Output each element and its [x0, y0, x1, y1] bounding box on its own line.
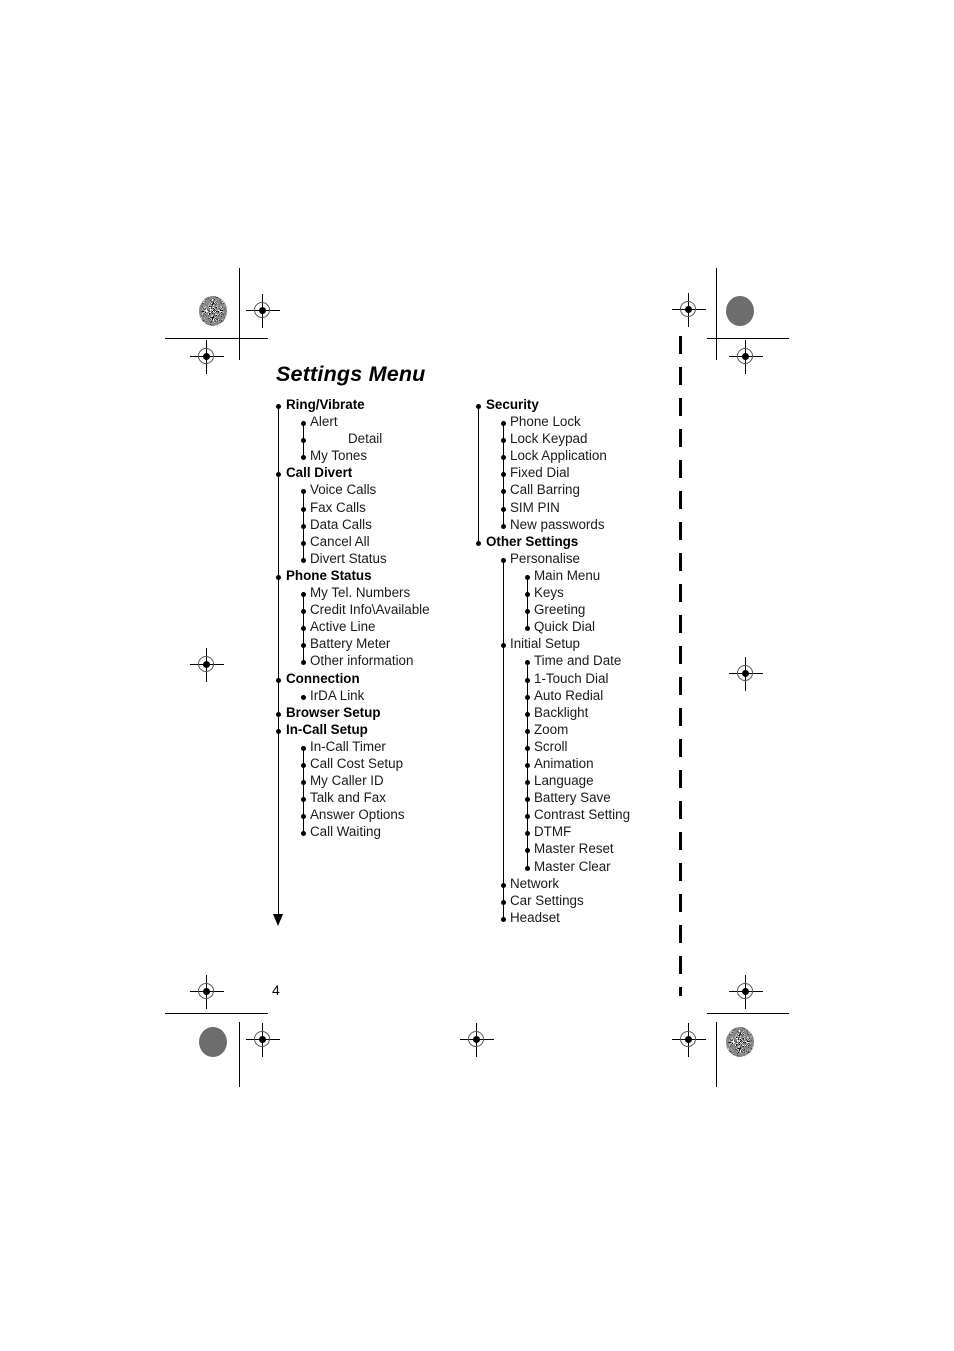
menu-item-label: Talk and Fax: [310, 790, 386, 806]
tree-connector-line: [503, 423, 505, 526]
page-number: 4: [272, 982, 280, 998]
tree-connector-line: [478, 406, 480, 543]
menu-item-label: Backlight: [534, 704, 589, 720]
page-title: Settings Menu: [276, 362, 426, 386]
tree-connector-line: [503, 559, 505, 919]
menu-item-label: Cancel All: [310, 533, 370, 549]
menu-item-label: Master Clear: [534, 858, 611, 874]
menu-item-label: Detail: [348, 431, 383, 447]
menu-item-label: In-Call Timer: [310, 738, 386, 754]
menu-item-label: Phone Status: [286, 567, 372, 583]
tree-main-spine: [278, 406, 280, 914]
menu-item-label: Call Barring: [510, 482, 580, 498]
menu-item-label: Zoom: [534, 721, 569, 737]
menu-item-label: Fax Calls: [310, 499, 366, 515]
menu-item-label: Auto Redial: [534, 687, 604, 703]
menu-item-label: Master Reset: [534, 841, 614, 857]
menu-item-label: 1-Touch Dial: [534, 670, 609, 686]
menu-item-label: Answer Options: [310, 807, 405, 823]
menu-item-label: New passwords: [510, 516, 605, 532]
menu-item-label: Battery Meter: [310, 636, 391, 652]
menu-item-label: Voice Calls: [310, 482, 377, 498]
menu-item-label: Personalise: [510, 550, 580, 566]
page-content: Settings Menu Ring/Vibrate Alert Detail My …: [0, 0, 954, 1351]
menu-item-label: Lock Keypad: [510, 431, 588, 447]
menu-item-label: Headset: [510, 909, 560, 925]
menu-item-label: Network: [510, 875, 560, 891]
menu-item-label: Battery Save: [534, 790, 611, 806]
menu-item-label: Greeting: [534, 602, 586, 618]
menu-item-label: SIM PIN: [510, 499, 560, 515]
menu-item-label: IrDA Link: [310, 687, 365, 703]
menu-item-label: Initial Setup: [510, 636, 580, 652]
menu-item-label: Data Calls: [310, 516, 372, 532]
menu-item-label: Quick Dial: [534, 619, 596, 635]
menu-item-label: Active Line: [310, 619, 376, 635]
menu-item-label: Lock Application: [510, 448, 607, 464]
menu-item-label: Other information: [310, 653, 414, 669]
tree-connector-line: [527, 577, 529, 629]
menu-item-label: Main Menu: [534, 567, 601, 583]
tree-spine-arrow-icon: [273, 914, 284, 926]
menu-item-label: Scroll: [534, 738, 568, 754]
menu-item-label: Phone Lock: [510, 414, 581, 430]
menu-item-label: Keys: [534, 585, 564, 601]
tree-connector-line: [527, 662, 529, 868]
menu-item-label: Other Settings: [486, 533, 579, 549]
menu-item-label: My Tones: [310, 448, 368, 464]
menu-item-label: DTMF: [534, 824, 572, 840]
menu-item-label: Browser Setup: [286, 704, 381, 720]
menu-item-label: Credit Info\Available: [310, 602, 430, 618]
menu-item-label: Security: [486, 397, 539, 412]
menu-item-label: In-Call Setup: [286, 721, 368, 737]
menu-item-label: Call Waiting: [310, 824, 381, 840]
menu-item-label: Call Divert: [286, 465, 353, 481]
menu-item-label: Alert: [310, 414, 338, 430]
tree-connector-line: [303, 594, 305, 663]
menu-item-label: Animation: [534, 755, 594, 771]
bullet-icon: [301, 694, 306, 700]
tree-connector-line: [303, 423, 305, 458]
menu-item-label: My Caller ID: [310, 773, 384, 789]
menu-item-label: Contrast Setting: [534, 807, 631, 823]
menu-item-label: Language: [534, 773, 594, 789]
menu-item-label: Call Cost Setup: [310, 755, 404, 771]
menu-item-label: Connection: [286, 670, 360, 686]
menu-item-label: Ring/Vibrate: [286, 397, 365, 412]
menu-item-label: My Tel. Numbers: [310, 585, 411, 601]
menu-item-label: Fixed Dial: [510, 465, 570, 481]
tree-connector-line: [303, 748, 305, 834]
menu-item-label: Car Settings: [510, 892, 584, 908]
menu-item-label: Time and Date: [534, 653, 622, 669]
menu-item-label: Divert Status: [310, 550, 387, 566]
tree-connector-line: [303, 491, 305, 560]
